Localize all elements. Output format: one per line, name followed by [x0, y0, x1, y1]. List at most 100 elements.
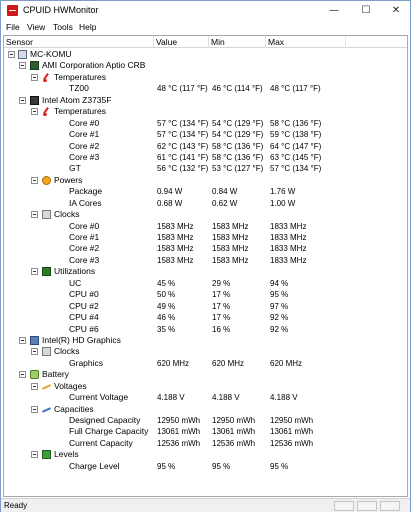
sensor-row[interactable]: GT 56 °C (132 °F) 53 °C (127 °F) 57 °C (134… — [4, 163, 407, 174]
sensor-max: 95 % — [270, 290, 289, 300]
sensor-value: 13061 mWh — [157, 427, 201, 437]
sensor-min: 13061 mWh — [212, 427, 256, 437]
sensor-label: Battery — [42, 369, 69, 380]
collapse-toggle-icon[interactable] — [19, 336, 26, 344]
menu-help[interactable]: Help — [79, 22, 96, 32]
menu-view[interactable]: View — [27, 22, 45, 32]
sensor-row[interactable]: Core #0 57 °C (134 °F) 54 °C (129 °F) 58 °C… — [4, 118, 407, 129]
sensor-max: 48 °C (117 °F) — [270, 84, 321, 94]
thermometer-icon — [42, 73, 51, 82]
sensor-label: Current Voltage — [69, 392, 129, 403]
sensor-label: Core #1 — [69, 129, 100, 140]
sensor-row[interactable]: CPU #6 35 % 16 % 92 % — [4, 324, 407, 335]
tree-node[interactable]: Levels — [4, 449, 407, 460]
sensor-row[interactable]: Designed Capacity 12950 mWh 12950 mWh 12950… — [4, 415, 407, 426]
sensor-tree[interactable]: Sensor Value Min Max MC-KOMU AMI Corporat… — [3, 35, 408, 497]
sensor-row[interactable]: Core #3 1583 MHz 1583 MHz 1833 MHz — [4, 255, 407, 266]
collapse-toggle-icon[interactable] — [31, 211, 38, 219]
tree-node[interactable]: Intel(R) HD Graphics — [4, 335, 407, 346]
motherboard-icon — [30, 61, 39, 71]
tree-node[interactable]: Intel Atom Z3735F — [4, 95, 407, 106]
sensor-value: 1583 MHz — [157, 255, 194, 265]
tree-node[interactable]: Battery — [4, 369, 407, 380]
sensor-value: 1583 MHz — [157, 221, 194, 231]
sensor-max: 1833 MHz — [270, 244, 307, 254]
tree-node[interactable]: Utilizations — [4, 266, 407, 277]
sensor-row[interactable]: CPU #4 46 % 17 % 92 % — [4, 312, 407, 323]
tree-node[interactable]: AMI Corporation Aptio CRB — [4, 60, 407, 71]
sensor-min: 95 % — [212, 461, 231, 471]
sensor-row[interactable]: Current Voltage 4.188 V 4.188 V 4.188 V — [4, 392, 407, 403]
tree-node[interactable]: Clocks — [4, 346, 407, 357]
menu-bar: File View Tools Help — [1, 21, 410, 35]
sensor-min: 17 % — [212, 290, 231, 300]
sensor-row[interactable]: Core #0 1583 MHz 1583 MHz 1833 MHz — [4, 221, 407, 232]
tree-node[interactable]: Voltages — [4, 381, 407, 392]
column-min[interactable]: Min — [209, 36, 266, 48]
tree-node[interactable]: Capacities — [4, 404, 407, 415]
sensor-min: 46 °C (114 °F) — [212, 84, 263, 94]
menu-tools[interactable]: Tools — [53, 22, 73, 32]
collapse-toggle-icon[interactable] — [31, 405, 38, 413]
tree-node[interactable]: Temperatures — [4, 106, 407, 117]
sensor-label: Full Charge Capacity — [69, 426, 149, 437]
sensor-row[interactable]: IA Cores 0.68 W 0.62 W 1.00 W — [4, 198, 407, 209]
tree-node[interactable]: MC-KOMU — [4, 49, 407, 60]
sensor-label: Core #3 — [69, 254, 100, 265]
collapse-toggle-icon[interactable] — [8, 51, 15, 58]
sensor-value: 12950 mWh — [157, 416, 201, 425]
collapse-toggle-icon[interactable] — [19, 62, 26, 70]
sensor-row[interactable]: CPU #0 50 % 17 % 95 % — [4, 289, 407, 300]
sensor-row[interactable]: Core #1 57 °C (134 °F) 54 °C (129 °F) 59 °C… — [4, 129, 407, 140]
sensor-row[interactable]: Graphics 620 MHz 620 MHz 620 MHz — [4, 358, 407, 369]
clock-icon — [42, 210, 51, 220]
collapse-toggle-icon[interactable] — [31, 382, 38, 390]
sensor-row[interactable]: Current Capacity 12536 mWh 12536 mWh 12536 … — [4, 438, 407, 449]
sensor-label: Package — [69, 186, 103, 197]
sensor-row[interactable]: Core #2 1583 MHz 1583 MHz 1833 MHz — [4, 243, 407, 254]
sensor-row[interactable]: Package 0.94 W 0.84 W 1.76 W — [4, 186, 407, 197]
sensor-max: 12950 mWh — [270, 416, 314, 425]
sensor-label: Core #3 — [69, 151, 100, 162]
sensor-label: Voltages — [54, 380, 87, 391]
sensor-max: 57 °C (134 °F) — [270, 164, 322, 174]
status-pane — [334, 501, 354, 511]
tree-node[interactable]: Temperatures — [4, 72, 407, 83]
column-sensor[interactable]: Sensor — [4, 36, 154, 48]
tree-node[interactable]: Clocks — [4, 209, 407, 220]
column-value[interactable]: Value — [154, 36, 209, 48]
maximize-button[interactable]: ☐ — [351, 1, 381, 21]
level-icon — [42, 450, 51, 460]
sensor-row[interactable]: Core #2 62 °C (143 °F) 58 °C (136 °F) 64 °C… — [4, 141, 407, 152]
sensor-row[interactable]: Full Charge Capacity 13061 mWh 13061 mWh 13… — [4, 426, 407, 437]
collapse-toggle-icon[interactable] — [31, 451, 38, 459]
sensor-max: 58 °C (136 °F) — [270, 118, 322, 128]
column-max[interactable]: Max — [266, 36, 346, 48]
collapse-toggle-icon[interactable] — [31, 73, 38, 81]
tree-node[interactable]: Powers — [4, 175, 407, 186]
hwmonitor-window: CPUID HWMonitor — ☐ ✕ File View Tools He… — [0, 0, 411, 512]
sensor-row[interactable]: CPU #2 49 % 17 % 97 % — [4, 301, 407, 312]
minimize-button[interactable]: — — [319, 1, 349, 21]
sensor-row[interactable]: UC 45 % 29 % 94 % — [4, 278, 407, 289]
utilization-icon — [42, 267, 51, 277]
sensor-row[interactable]: Charge Level 95 % 95 % 95 % — [4, 461, 407, 472]
collapse-toggle-icon[interactable] — [19, 371, 26, 379]
collapse-toggle-icon[interactable] — [31, 108, 38, 116]
sensor-row[interactable]: Core #1 1583 MHz 1583 MHz 1833 MHz — [4, 232, 407, 243]
collapse-toggle-icon[interactable] — [31, 268, 38, 276]
collapse-toggle-icon[interactable] — [19, 96, 26, 104]
collapse-toggle-icon[interactable] — [31, 348, 38, 356]
sensor-max: 1833 MHz — [270, 233, 307, 242]
sensor-row[interactable]: TZ00 48 °C (117 °F) 46 °C (114 °F) 48 °C (1… — [4, 83, 407, 94]
sensor-max: 97 % — [270, 301, 289, 311]
menu-file[interactable]: File — [6, 22, 20, 32]
sensor-label: Levels — [54, 449, 79, 460]
cpu-chip-icon — [30, 95, 39, 105]
collapse-toggle-icon[interactable] — [31, 176, 38, 184]
sensor-row[interactable]: Core #3 61 °C (141 °F) 58 °C (136 °F) 63 °C… — [4, 152, 407, 163]
sensor-label: Temperatures — [54, 71, 106, 82]
title-bar[interactable]: CPUID HWMonitor — ☐ ✕ — [1, 1, 410, 21]
close-button[interactable]: ✕ — [381, 1, 411, 21]
sensor-value: 62 °C (143 °F) — [157, 141, 209, 151]
